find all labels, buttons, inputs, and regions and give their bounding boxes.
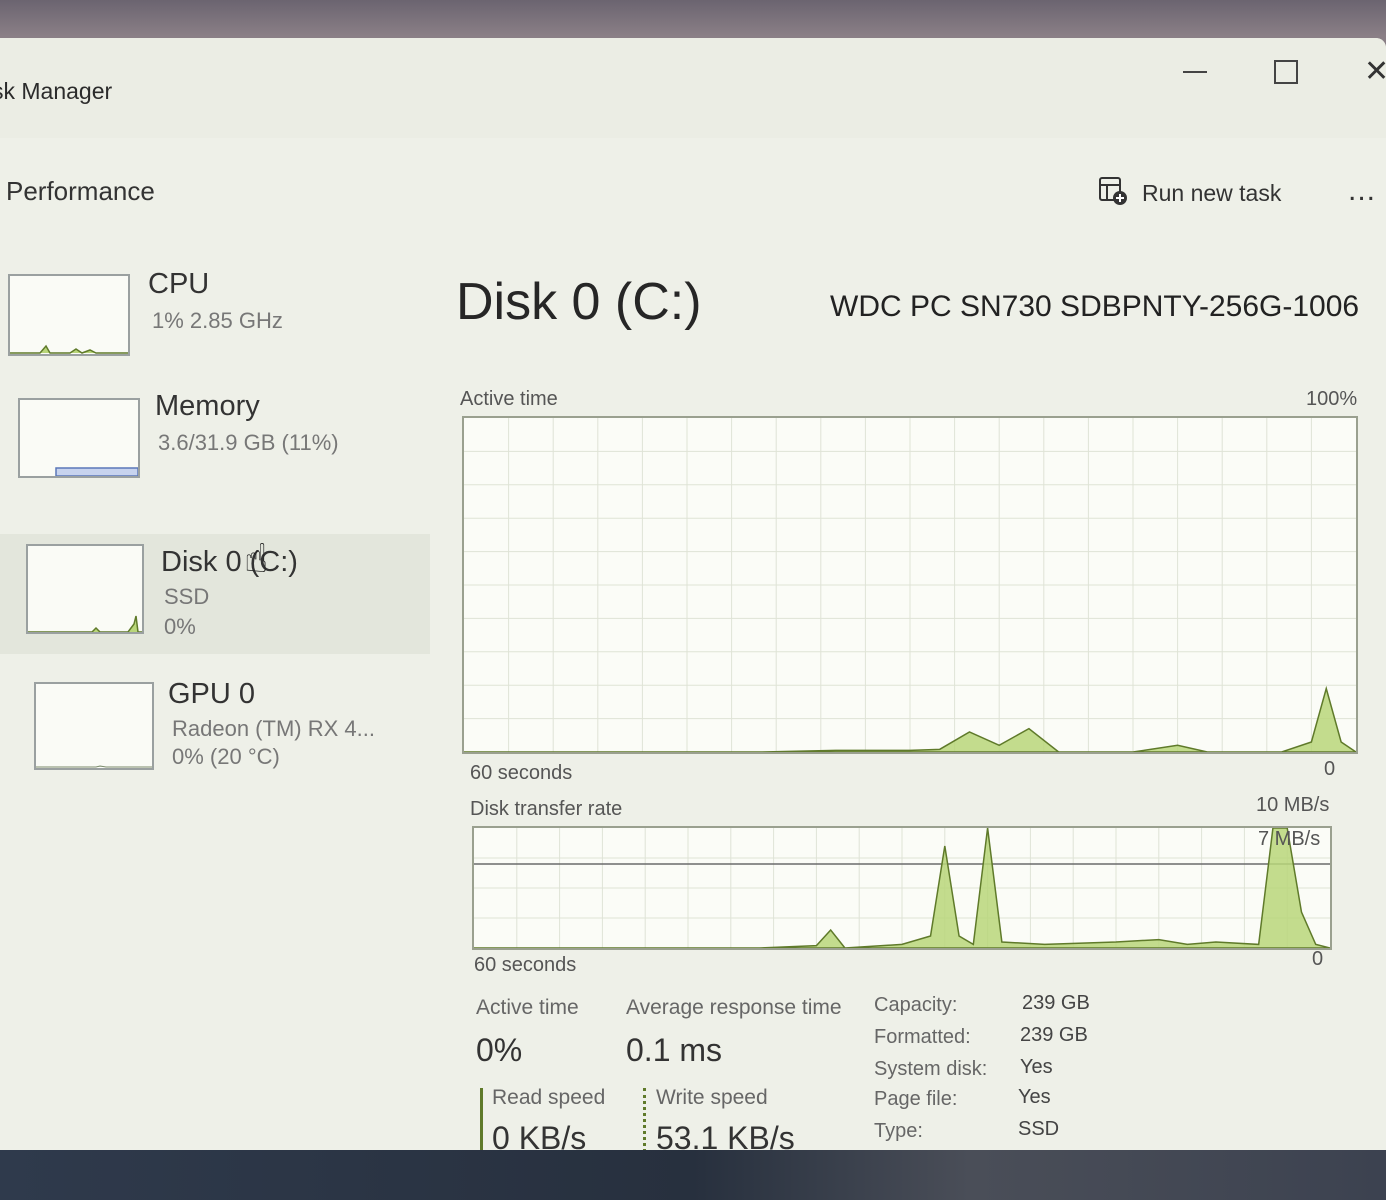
cpu-thumbnail (8, 274, 130, 356)
disk-details-panel: Disk 0 (C:) WDC PC SN730 SDBPNTY-256G-10… (440, 238, 1386, 1150)
avg-response-stat-label: Average response time (626, 996, 842, 1019)
sidebar-item-memory[interactable]: Memory 3.6/31.9 GB (11%) (0, 390, 420, 500)
run-task-icon (1098, 176, 1128, 211)
title-bar: sk Manager ✕ (0, 38, 1386, 138)
transfer-rate-graph (472, 826, 1332, 950)
read-speed-label: Read speed (492, 1086, 606, 1109)
sidebar-item-disk[interactable]: Disk 0 (C:) SSD 0% (0, 534, 430, 654)
active-time-stat-label: Active time (476, 996, 579, 1019)
write-speed-label: Write speed (656, 1086, 768, 1109)
performance-sidebar: CPU 1% 2.85 GHz Memory 3.6/31.9 GB (11%)… (0, 238, 430, 1138)
page-header: Performance Run new task ... (0, 138, 1386, 236)
sidebar-item-cpu-title: CPU (148, 268, 210, 300)
active-time-graph-min: 0 (1324, 758, 1336, 780)
sidebar-item-memory-sub: 3.6/31.9 GB (11%) (158, 430, 339, 455)
transfer-graph-max: 10 MB/s (1256, 794, 1330, 816)
transfer-graph-ref: 7 MB/s (1258, 828, 1321, 850)
memory-thumbnail-graph (55, 467, 139, 477)
capacity-value: 239 GB (1022, 992, 1090, 1014)
read-speed-legend (480, 1088, 483, 1150)
system-disk-value: Yes (1020, 1056, 1053, 1078)
run-new-task-button[interactable]: Run new task (1098, 176, 1281, 211)
window-title: sk Manager (0, 78, 113, 104)
sidebar-item-disk-sub1: SSD (164, 584, 210, 609)
active-time-graph (462, 416, 1359, 754)
transfer-rate-chart (474, 827, 1331, 949)
formatted-value: 239 GB (1020, 1024, 1088, 1046)
close-button[interactable]: ✕ (1364, 54, 1386, 89)
active-time-graph-max: 100% (1306, 388, 1358, 410)
page-file-value: Yes (1018, 1086, 1051, 1108)
disk-thumbnail-graph (28, 615, 142, 633)
sidebar-item-gpu-sub2: 0% (20 °C) (172, 744, 280, 769)
formatted-label: Formatted: (874, 1026, 971, 1048)
type-label: Type: (874, 1120, 923, 1142)
transfer-graph-duration: 60 seconds (474, 954, 577, 976)
sidebar-item-gpu[interactable]: GPU 0 Radeon (TM) RX 4... 0% (20 °C) (0, 674, 420, 784)
page-title: Performance (6, 176, 155, 206)
maximize-button[interactable] (1274, 60, 1298, 84)
hand-cursor-icon: ☝ (244, 537, 269, 581)
run-new-task-label: Run new task (1142, 180, 1282, 206)
capacity-label: Capacity: (874, 994, 958, 1016)
more-options-button[interactable]: ... (1348, 174, 1376, 208)
system-disk-label: System disk: (874, 1058, 988, 1080)
active-time-graph-label: Active time (460, 388, 558, 410)
read-speed-value: 0 KB/s (492, 1120, 587, 1150)
gpu-thumbnail-graph (36, 765, 152, 768)
avg-response-stat-value: 0.1 ms (626, 1032, 723, 1068)
gpu-thumbnail (34, 682, 154, 770)
task-manager-window: sk Manager ✕ Performance Run new task ..… (0, 38, 1386, 1150)
sidebar-item-cpu-sub: 1% 2.85 GHz (152, 308, 283, 333)
sidebar-item-disk-sub2: 0% (164, 614, 196, 639)
active-time-graph-duration: 60 seconds (470, 762, 573, 784)
write-speed-legend (643, 1088, 646, 1150)
disk-title: Disk 0 (C:) (456, 273, 702, 331)
active-time-chart (464, 418, 1359, 753)
cpu-thumbnail-graph (10, 344, 128, 354)
transfer-graph-label: Disk transfer rate (470, 798, 623, 820)
sidebar-item-cpu[interactable]: CPU 1% 2.85 GHz (0, 268, 420, 378)
transfer-graph-min: 0 (1312, 948, 1324, 970)
sidebar-item-gpu-title: GPU 0 (168, 678, 256, 710)
active-time-stat-value: 0% (476, 1032, 523, 1068)
sidebar-item-disk-title: Disk 0 (C:) (161, 546, 298, 578)
sidebar-item-gpu-sub1: Radeon (TM) RX 4... (172, 716, 375, 741)
write-speed-value: 53.1 KB/s (656, 1120, 795, 1150)
disk-model: WDC PC SN730 SDBPNTY-256G-1006 (830, 290, 1360, 323)
type-value: SSD (1018, 1118, 1060, 1140)
page-file-label: Page file: (874, 1088, 958, 1110)
disk-thumbnail (26, 544, 144, 634)
sidebar-item-memory-title: Memory (155, 390, 260, 422)
memory-thumbnail (18, 398, 140, 478)
minimize-button[interactable] (1183, 71, 1207, 73)
